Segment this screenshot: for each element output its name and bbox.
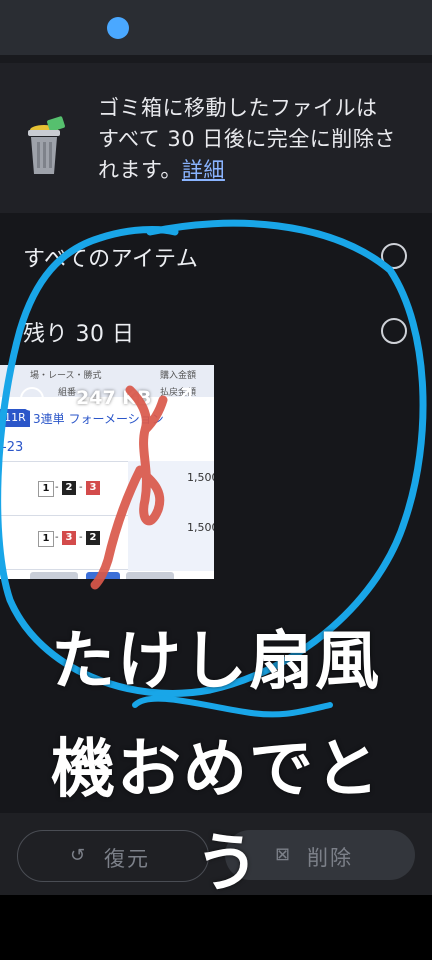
amount: 1,500 xyxy=(187,521,214,534)
details-link[interactable]: 詳細 xyxy=(182,158,225,182)
tab-pill-active xyxy=(86,572,120,579)
combo-box: 1 xyxy=(38,481,54,497)
tab-pill xyxy=(30,572,78,579)
combo-box: 1 xyxy=(38,531,54,547)
dash: - xyxy=(79,532,83,543)
notice-message: ゴミ箱に移動したファイルはすべて 30 日後に完全に削除されます。 xyxy=(98,96,396,182)
screen: ゴミ箱に移動したファイルはすべて 30 日後に完全に削除されます。詳細 すべての… xyxy=(0,0,432,960)
delete-box-icon: ⊠ xyxy=(275,844,291,865)
dash: - xyxy=(55,532,59,543)
dash: - xyxy=(55,482,59,493)
combo-box: 3 xyxy=(86,481,100,495)
combo-box: 2 xyxy=(86,531,100,545)
race-number: -23 xyxy=(2,440,24,455)
thumbnail-overlay: 247 KB xyxy=(0,385,214,415)
group-label: 残り 30 日 xyxy=(23,322,135,347)
header-col1: 場・レース・勝式 xyxy=(30,371,102,381)
navigation-area xyxy=(0,895,432,960)
dash: - xyxy=(79,482,83,493)
combo-box: 2 xyxy=(62,481,76,495)
expand-icon[interactable] xyxy=(170,387,192,409)
trash-can-icon xyxy=(28,116,65,174)
caption-line-2: 機おめでと xyxy=(51,733,381,807)
file-size: 247 KB xyxy=(76,387,152,409)
status-dot xyxy=(107,17,129,39)
header-col2: 購入金額 xyxy=(160,371,197,381)
group-select-radio[interactable] xyxy=(381,318,407,344)
trash-notice: ゴミ箱に移動したファイルはすべて 30 日後に完全に削除されます。詳細 xyxy=(0,63,432,213)
tab-pill xyxy=(126,572,174,579)
amount: 1,500 xyxy=(187,471,214,484)
caption-line-3: う xyxy=(195,827,261,901)
select-all-row[interactable]: すべてのアイテム xyxy=(0,233,432,281)
delete-label: 削除 xyxy=(307,846,353,870)
top-bar xyxy=(0,0,432,55)
select-file-radio[interactable] xyxy=(20,387,44,411)
select-all-label: すべてのアイテム xyxy=(23,247,199,272)
file-thumbnail[interactable]: 場・レース・勝式 購入金額 組番 払戻金額 11R 3連単 フォーメーション -… xyxy=(0,365,214,579)
divider xyxy=(0,55,432,63)
combo-box: 3 xyxy=(62,531,76,545)
restore-label: 復元 xyxy=(104,847,150,871)
group-30-days-row[interactable]: 残り 30 日 xyxy=(0,308,432,356)
notice-text: ゴミ箱に移動したファイルはすべて 30 日後に完全に削除されます。詳細 xyxy=(98,93,398,186)
caption-line-1: たけし扇風 xyxy=(51,625,381,699)
history-icon: ↺ xyxy=(70,845,86,866)
select-all-radio[interactable] xyxy=(381,243,407,269)
restore-button[interactable]: ↺ 復元 xyxy=(17,830,209,882)
